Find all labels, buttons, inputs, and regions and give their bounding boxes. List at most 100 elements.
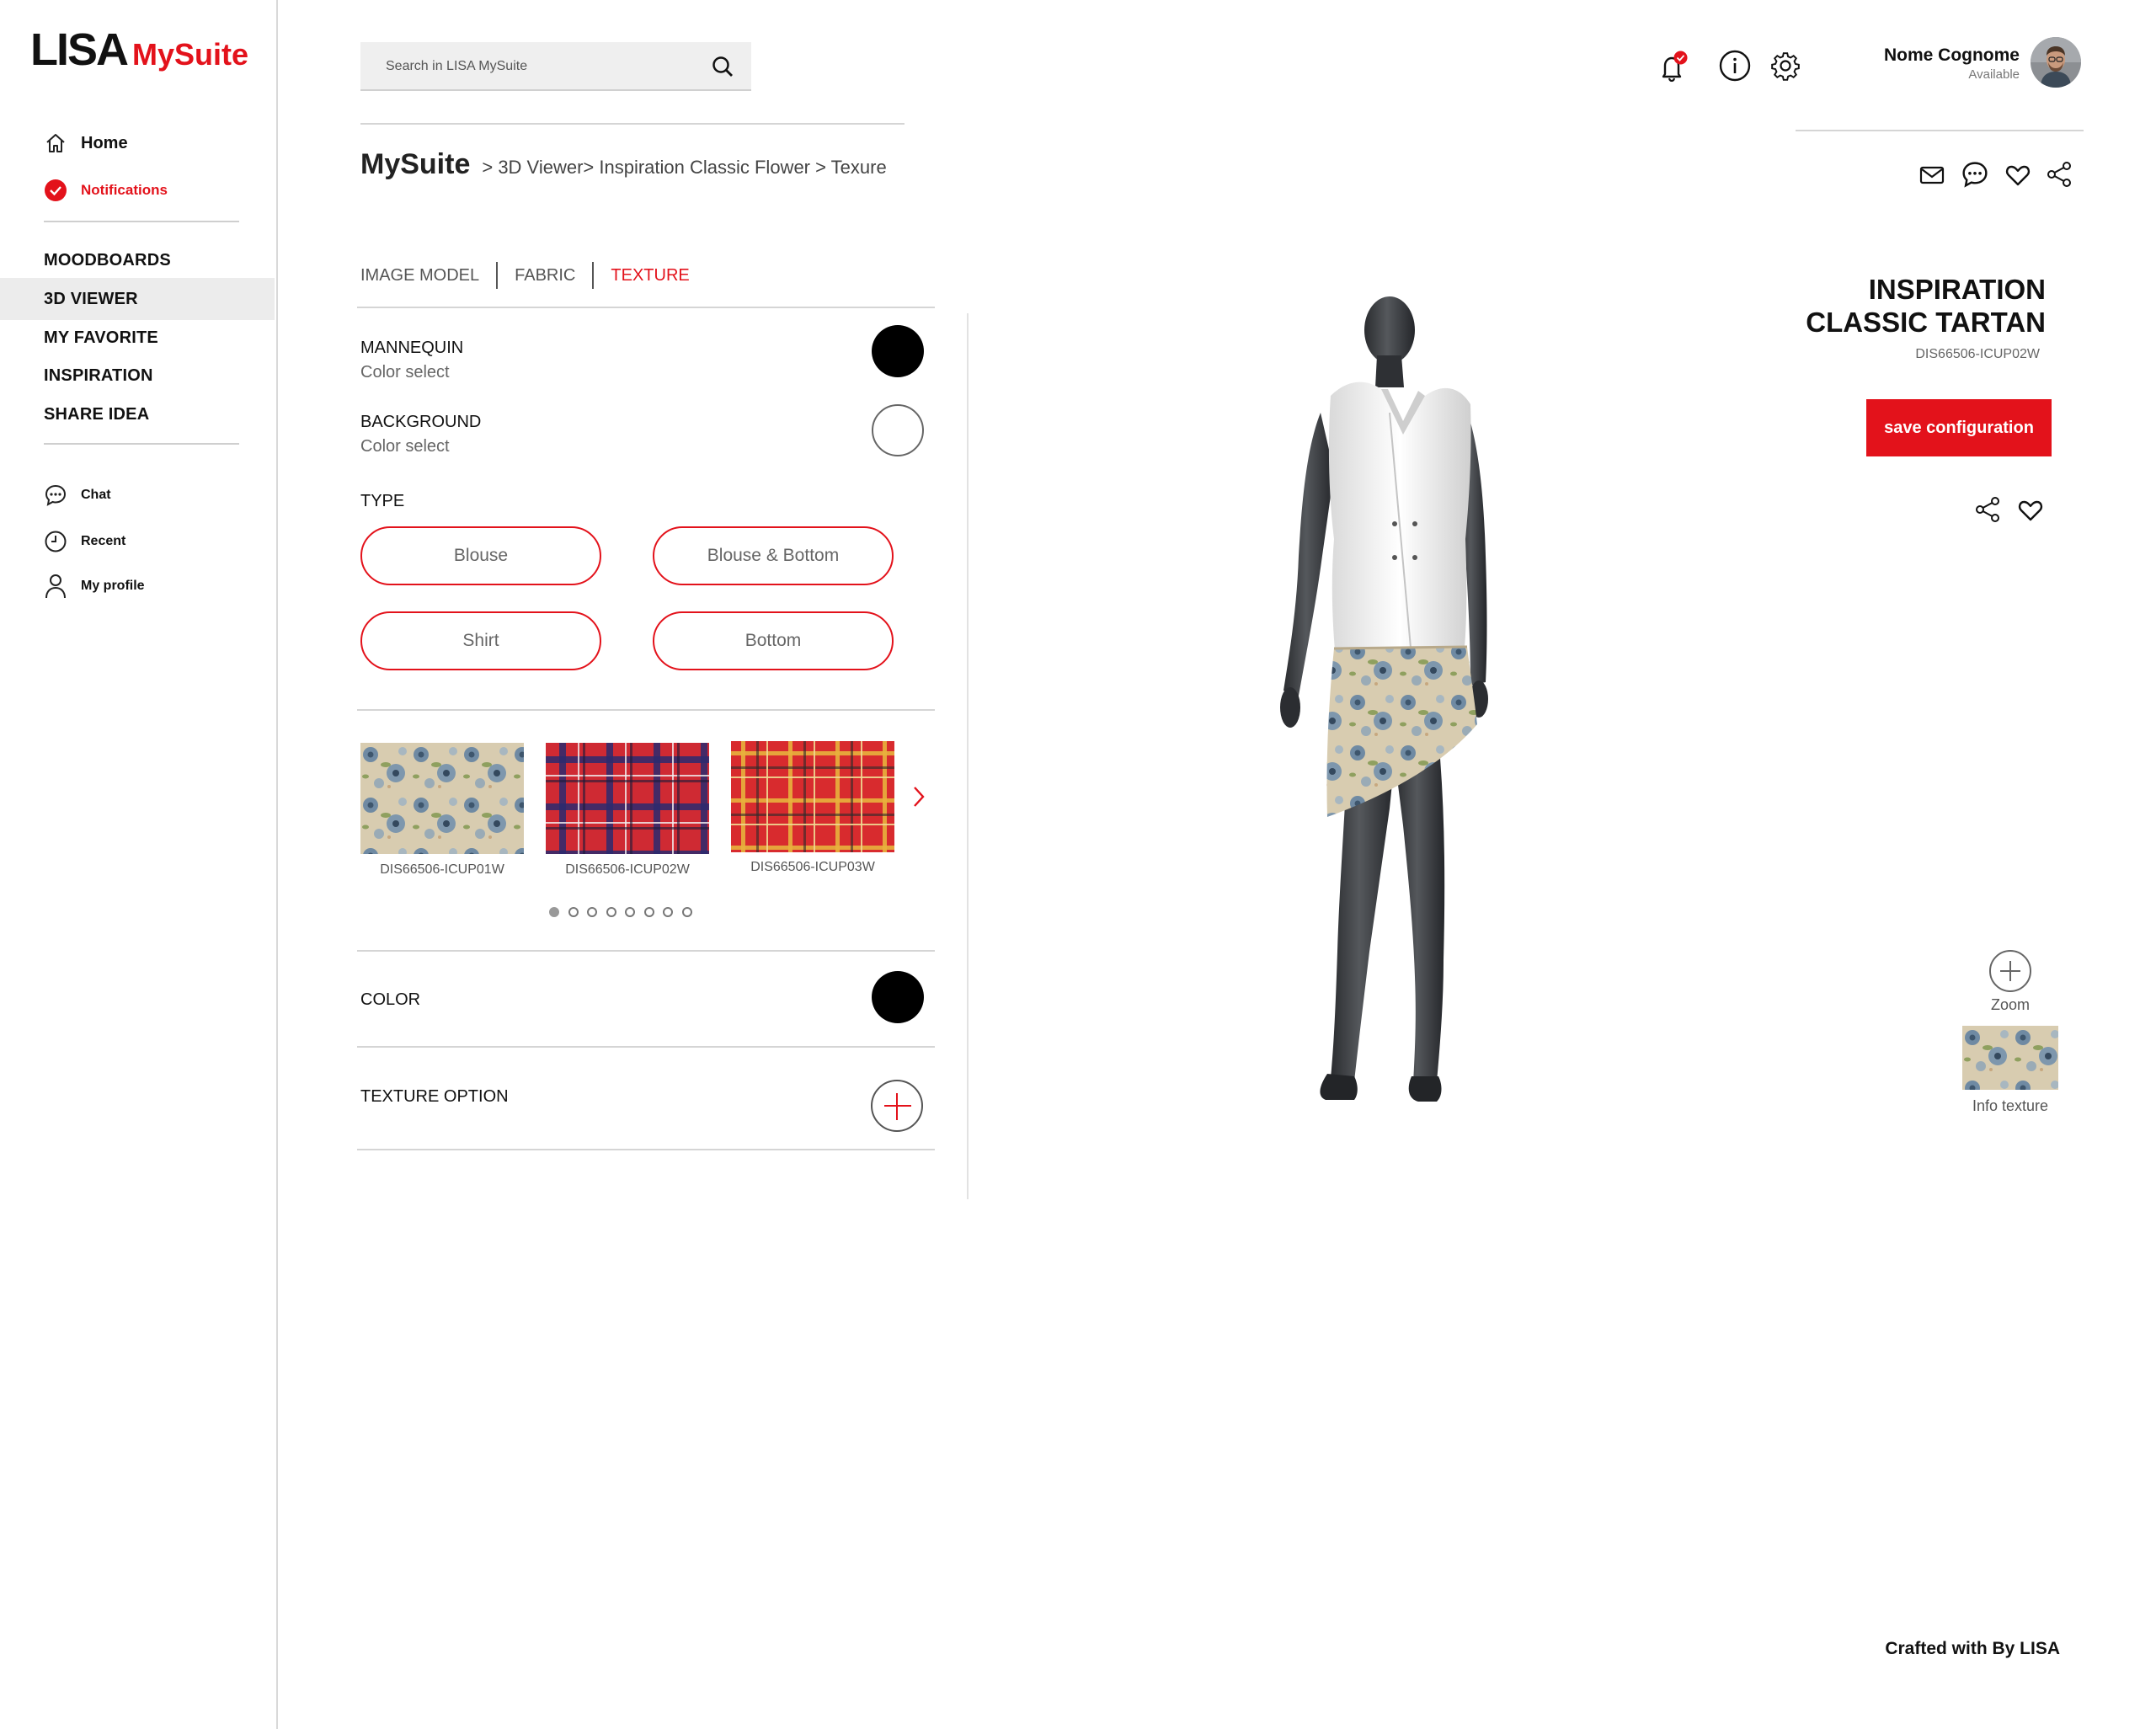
search-bar <box>360 42 751 91</box>
zoom-button[interactable] <box>1989 950 2031 992</box>
carousel-dot[interactable] <box>663 907 673 917</box>
type-shirt-button[interactable]: Shirt <box>360 611 601 670</box>
type-label: TYPE <box>360 492 405 510</box>
breadcrumb-path[interactable]: > 3D Viewer> Inspiration Classic Flower … <box>482 157 886 179</box>
search-input[interactable] <box>384 42 707 91</box>
user-icon <box>45 574 66 599</box>
share-icon <box>2047 162 2071 187</box>
type-blouse-button[interactable]: Blouse <box>360 526 601 585</box>
background-label: BACKGROUND <box>360 413 482 431</box>
carousel-dot[interactable] <box>643 907 654 917</box>
mannequin-sub: Color select <box>360 363 450 382</box>
user-name[interactable]: Nome Cognome <box>1884 45 2020 66</box>
background-sub: Color select <box>360 437 450 456</box>
home-icon <box>46 134 65 152</box>
mannequin-figure <box>1280 296 1488 1102</box>
tab-image-model[interactable]: IMAGE MODEL <box>360 261 496 290</box>
logo-mysuite: MySuite <box>132 37 249 72</box>
carousel-dot[interactable] <box>625 907 635 917</box>
sidebar-item-recent[interactable]: Recent <box>44 526 125 557</box>
product-title-line2: CLASSIC TARTAN <box>1806 307 2046 338</box>
comment-icon <box>1962 162 1988 188</box>
mail-icon <box>1919 166 1945 184</box>
sidebar: LISA MySuite Home Notifications MOODBOARD… <box>0 0 278 1729</box>
footer-credit: Crafted with By LISA <box>1885 1639 2060 1658</box>
mail-button[interactable] <box>1919 162 1945 189</box>
color-label: COLOR <box>360 990 421 1009</box>
sidebar-item-moodboards[interactable]: MOODBOARDS <box>0 239 275 281</box>
tab-bar: IMAGE MODEL FABRIC TEXTURE <box>360 258 707 293</box>
texture-tartan-yellow-image <box>731 741 894 852</box>
color-swatch[interactable] <box>872 971 924 1023</box>
user-status: Available <box>1968 67 2020 82</box>
product-share-button[interactable] <box>1973 495 2002 524</box>
carousel-divider <box>357 950 935 952</box>
sidebar-item-chat[interactable]: Chat <box>44 480 111 510</box>
chat-icon <box>45 484 67 506</box>
avatar[interactable] <box>2031 37 2081 88</box>
tab-texture[interactable]: TEXTURE <box>594 261 706 290</box>
comment-button[interactable] <box>1961 160 1989 189</box>
bell-icon <box>1662 51 1688 83</box>
chevron-right-icon <box>914 787 925 807</box>
sidebar-divider <box>44 221 239 222</box>
mannequin-label: MANNEQUIN <box>360 339 464 357</box>
texture-thumbnail[interactable] <box>360 743 524 854</box>
sidebar-item-share-idea[interactable]: SHARE IDEA <box>0 393 275 435</box>
product-code: DIS66506-ICUP02W <box>1915 347 2040 361</box>
breadcrumb: MySuite > 3D Viewer> Inspiration Classic… <box>360 148 887 181</box>
sidebar-item-my-profile[interactable]: My profile <box>44 571 145 601</box>
sidebar-item-3d-viewer[interactable]: 3D VIEWER <box>0 278 275 320</box>
carousel-dot[interactable] <box>606 907 616 917</box>
sidebar-recent-label: Recent <box>81 534 126 548</box>
brand-logo[interactable]: LISA MySuite <box>30 24 248 76</box>
texture-thumbnail[interactable] <box>546 743 709 854</box>
texture-floral-image <box>360 743 524 854</box>
favorite-button[interactable] <box>2004 162 2031 189</box>
sidebar-item-inspiration[interactable]: INSPIRATION <box>0 355 275 397</box>
carousel-dot[interactable] <box>568 907 579 917</box>
info-texture-image <box>1962 1026 2058 1090</box>
search-icon[interactable] <box>711 55 734 78</box>
carousel-dot[interactable] <box>587 907 597 917</box>
texture-code: DIS66506-ICUP02W <box>565 862 690 877</box>
info-texture-label: Info texture <box>1972 1097 2049 1114</box>
notifications-bell-button[interactable] <box>1656 51 1689 84</box>
sidebar-notifications-label: Notifications <box>81 182 168 198</box>
carousel-dot[interactable] <box>681 907 692 917</box>
type-divider <box>357 709 935 711</box>
tab-fabric[interactable]: FABRIC <box>498 261 592 290</box>
sidebar-item-home[interactable]: Home <box>44 128 128 158</box>
mannequin-color-swatch[interactable] <box>872 325 924 377</box>
texture-option-add-button[interactable] <box>871 1080 923 1132</box>
gear-icon <box>1771 52 1800 81</box>
clock-icon <box>45 531 67 552</box>
sidebar-item-my-favorite[interactable]: MY FAVORITE <box>0 317 275 359</box>
settings-button[interactable] <box>1769 49 1802 83</box>
sidebar-chat-label: Chat <box>81 488 111 502</box>
info-button[interactable] <box>1718 49 1752 83</box>
zoom-label: Zoom <box>1990 996 2030 1013</box>
info-texture-thumbnail[interactable] <box>1962 1026 2058 1090</box>
product-favorite-button[interactable] <box>2017 497 2044 524</box>
type-blouse-bottom-button[interactable]: Blouse & Bottom <box>653 526 894 585</box>
share-button[interactable] <box>2045 160 2073 189</box>
panel-vertical-divider <box>967 313 969 1199</box>
3d-model-viewer[interactable] <box>1246 286 1516 1112</box>
save-configuration-button[interactable]: save configuration <box>1866 399 2052 456</box>
carousel-dot[interactable] <box>549 907 559 917</box>
type-bottom-button[interactable]: Bottom <box>653 611 894 670</box>
avatar-image <box>2031 37 2081 88</box>
texture-option-label: TEXTURE OPTION <box>360 1087 509 1106</box>
texture-thumbnail[interactable] <box>731 741 894 852</box>
page-title[interactable]: MySuite <box>360 148 470 181</box>
background-color-swatch[interactable] <box>872 404 924 456</box>
share-icon <box>1976 497 1999 522</box>
heart-icon <box>2018 500 2043 521</box>
info-icon <box>1719 50 1751 82</box>
sidebar-item-notifications[interactable]: Notifications <box>44 175 168 205</box>
carousel-next-button[interactable] <box>910 783 928 810</box>
sidebar-home-label: Home <box>81 133 128 152</box>
sidebar-profile-label: My profile <box>81 579 145 593</box>
product-title: INSPIRATION CLASSIC TARTAN <box>1709 273 2046 339</box>
